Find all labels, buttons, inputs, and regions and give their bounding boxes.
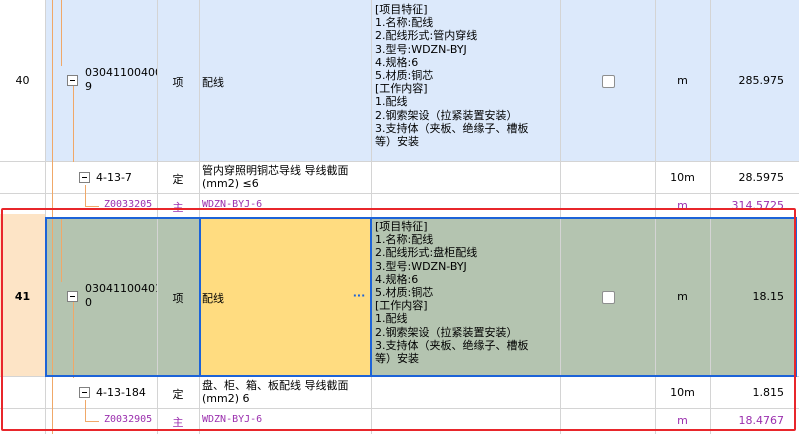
row-40-checkbox[interactable] [602, 75, 615, 88]
row-40-quota-quantity[interactable]: 28.5975 [712, 171, 785, 184]
row-40-index: 40 [15, 74, 30, 87]
row-40-name[interactable]: 配线 [202, 74, 370, 90]
row-40-quota-code: 4-13-7 [96, 171, 132, 184]
row-40-quantity[interactable]: 285.975 [712, 74, 785, 87]
row-40-unit: m [677, 74, 688, 87]
collapse-toggle-icon[interactable] [67, 75, 78, 86]
row-40-quota[interactable]: 4-13-7 定 管内穿照明铜芯导线 导线截面 (mm2) ≤6 10m 28.… [0, 162, 799, 193]
row-40[interactable]: 40 03041100400 9 项 配线 [项目特征] 1.名称:配线 2.配… [0, 0, 799, 161]
row-40-code: 03041100400 9 [85, 66, 157, 93]
row-40-quota-name[interactable]: 管内穿照明铜芯导线 导线截面 (mm2) ≤6 [202, 164, 370, 190]
row-40-quota-unit: 10m [670, 171, 695, 184]
row-40-quota-type: 定 [172, 173, 184, 186]
row-40-type: 项 [172, 76, 184, 89]
annotation-highlight-box [1, 208, 796, 431]
row-40-features[interactable]: [项目特征] 1.名称:配线 2.配线形式:管内穿线 3.型号:WDZN-BYJ… [375, 3, 559, 160]
collapse-toggle-icon[interactable] [79, 172, 90, 183]
